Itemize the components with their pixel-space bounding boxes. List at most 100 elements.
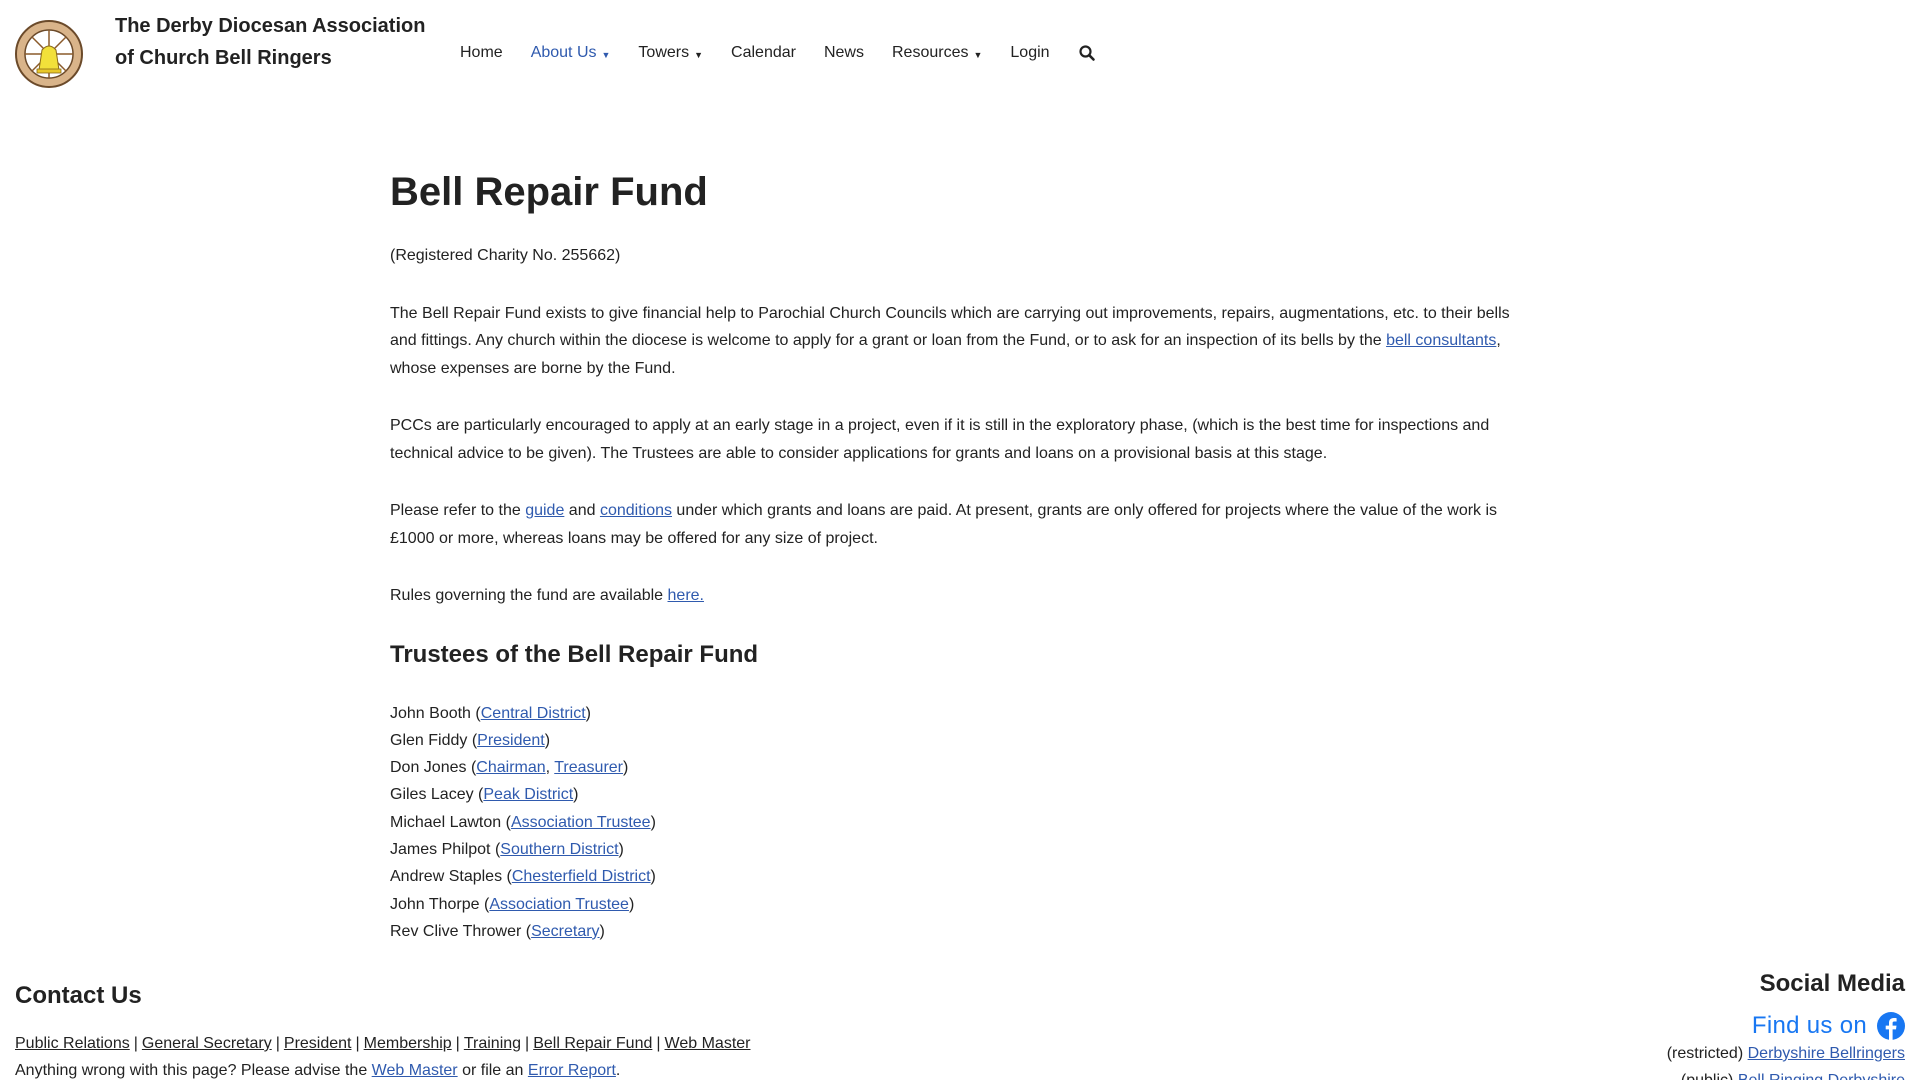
trustee-role-link[interactable]: Chairman: [476, 759, 545, 776]
link-separator: |: [133, 1035, 138, 1052]
trustee-row: Glen Fiddy (President): [390, 731, 551, 749]
nav-news-label: News: [823, 44, 864, 61]
trustee-role-link[interactable]: Treasurer: [554, 759, 623, 776]
trustees-title: Trustees of the Bell Repair Fund: [390, 640, 759, 668]
nav-calendar-label: Calendar: [731, 44, 796, 61]
trustee-role-link[interactable]: Central District: [481, 705, 586, 722]
site-title[interactable]: The Derby Diocesan Association of Church…: [115, 10, 425, 74]
contact-link-general-secretary[interactable]: General Secretary: [142, 1035, 272, 1052]
link-separator: |: [355, 1035, 360, 1052]
trustee-role-link[interactable]: Southern District: [500, 841, 618, 858]
trustee-name: John Booth: [390, 704, 471, 722]
trustee-name: Giles Lacey: [390, 786, 474, 804]
facebook-find-us-button[interactable]: Find us on: [1752, 1012, 1905, 1040]
search-icon[interactable]: [1078, 44, 1096, 62]
guide-paragraph: Please refer to the guide and conditions…: [390, 497, 1530, 552]
caret-down-icon[interactable]: ▼: [602, 50, 611, 60]
report-text-c: .: [615, 1062, 621, 1079]
association-logo[interactable]: [15, 20, 83, 88]
conditions-link[interactable]: conditions: [600, 502, 672, 519]
trustee-row: Andrew Staples (Chesterfield District): [390, 868, 656, 886]
trustee-role-link[interactable]: President: [477, 732, 545, 749]
trustee-row: Giles Lacey (Peak District): [390, 786, 579, 804]
social-line-public: (public) Bell Ringing Derbyshire: [1681, 1067, 1905, 1080]
trustee-role-link[interactable]: Peak District: [483, 786, 573, 803]
bell-consultants-link[interactable]: bell consultants: [1386, 332, 1496, 349]
link-separator: |: [656, 1035, 661, 1052]
intro-text-a: The Bell Repair Fund exists to give fina…: [390, 304, 1510, 350]
nav-calendar[interactable]: Calendar: [731, 44, 796, 62]
nav-towers-label: Towers: [638, 44, 690, 61]
facebook-find-us-text: Find us on: [1751, 1012, 1867, 1039]
pcc-paragraph: PCCs are particularly encouraged to appl…: [390, 417, 1490, 462]
contact-us-title: Contact Us: [15, 982, 142, 1009]
contact-link-public-relations[interactable]: Public Relations: [15, 1035, 130, 1052]
trustee-row: John Booth (Central District): [390, 704, 591, 722]
error-report-line: Anything wrong with this page? Please ad…: [15, 1057, 620, 1080]
trustee-name: James Philpot: [390, 840, 491, 858]
trustee-role-link[interactable]: Association Trustee: [511, 814, 651, 831]
site-title-line-1: The Derby Diocesan Association: [115, 15, 426, 37]
derbyshire-bellringers-link[interactable]: Derbyshire Bellringers: [1748, 1045, 1905, 1062]
bell-ringing-derbyshire-link[interactable]: Bell Ringing Derbyshire: [1738, 1072, 1905, 1080]
trustee-name: Glen Fiddy: [390, 731, 468, 749]
contact-link-bell-repair-fund[interactable]: Bell Repair Fund: [533, 1035, 652, 1052]
nav-about-us[interactable]: About Us ▼: [531, 44, 611, 62]
nav-resources[interactable]: Resources ▼: [892, 44, 982, 62]
trustees-list: John Booth (Central District) Glen Fiddy…: [390, 700, 1530, 946]
main-navigation: Home About Us ▼ Towers ▼ Calendar News Res…: [460, 44, 1096, 62]
social-line-restricted: (restricted) Derbyshire Bellringers: [1667, 1040, 1905, 1067]
nav-news[interactable]: News: [824, 44, 864, 62]
report-text-a: Anything wrong with this page? Please ad…: [15, 1062, 372, 1079]
public-prefix: (public): [1681, 1072, 1738, 1080]
facebook-icon: [1877, 1012, 1905, 1040]
rules-paragraph: Rules governing the fund are available h…: [390, 582, 1530, 610]
error-report-link[interactable]: Error Report: [528, 1062, 616, 1079]
caret-down-icon[interactable]: ▼: [973, 50, 982, 60]
contact-link-membership[interactable]: Membership: [364, 1035, 452, 1052]
nav-home[interactable]: Home: [460, 44, 503, 62]
caret-down-icon[interactable]: ▼: [694, 50, 703, 60]
site-footer: Contact Us Public Relations | General Secr…: [0, 970, 1920, 1080]
link-separator: |: [455, 1035, 460, 1052]
trustee-row: Rev Clive Thrower (Secretary): [390, 922, 605, 940]
trustee-name: Don Jones: [390, 759, 467, 777]
trustee-row: John Thorpe (Association Trustee): [390, 895, 635, 913]
trustee-name: John Thorpe: [390, 895, 480, 913]
trustee-role-link[interactable]: Association Trustee: [489, 896, 629, 913]
rules-here-link[interactable]: here.: [668, 587, 704, 604]
site-header: The Derby Diocesan Association of Church…: [0, 0, 1920, 110]
guide-text-b: and: [564, 502, 600, 519]
site-title-line-2: of Church Bell Ringers: [115, 47, 332, 69]
report-text-b: or file an: [457, 1062, 528, 1079]
charity-number: (Registered Charity No. 255662): [390, 247, 621, 264]
nav-towers[interactable]: Towers ▼: [638, 44, 703, 62]
main-content: Bell Repair Fund (Registered Charity No.…: [390, 168, 1530, 945]
nav-home-label: Home: [460, 44, 503, 61]
contact-link-web-master[interactable]: Web Master: [665, 1035, 751, 1052]
trustee-row: James Philpot (Southern District): [390, 840, 624, 858]
intro-paragraph: The Bell Repair Fund exists to give fina…: [390, 300, 1530, 383]
contact-link-training[interactable]: Training: [464, 1035, 521, 1052]
contact-link-president[interactable]: President: [284, 1035, 352, 1052]
trustee-name: Andrew Staples: [390, 868, 503, 886]
guide-link[interactable]: guide: [525, 502, 564, 519]
nav-about-us-label: About Us: [530, 44, 597, 61]
restricted-prefix: (restricted): [1666, 1045, 1748, 1062]
link-separator: |: [525, 1035, 530, 1052]
trustee-row: Don Jones (Chairman, Treasurer): [390, 759, 629, 777]
guide-text-a: Please refer to the: [390, 502, 526, 519]
contact-links: Public Relations | General Secretary | Presi…: [15, 1030, 750, 1057]
nav-resources-label: Resources: [891, 44, 969, 61]
report-web-master-link[interactable]: Web Master: [372, 1062, 458, 1079]
trustee-role-link[interactable]: Secretary: [531, 923, 599, 940]
nav-login-label: Login: [1010, 44, 1050, 61]
page-title: Bell Repair Fund: [390, 170, 708, 214]
nav-login[interactable]: Login: [1010, 44, 1049, 62]
trustee-name: Michael Lawton: [390, 813, 502, 831]
trustee-row: Michael Lawton (Association Trustee): [390, 813, 656, 831]
link-separator: |: [275, 1035, 280, 1052]
trustee-name: Rev Clive Thrower: [390, 922, 522, 940]
social-media-title: Social Media: [1759, 970, 1905, 997]
trustee-role-link[interactable]: Chesterfield District: [512, 868, 651, 885]
